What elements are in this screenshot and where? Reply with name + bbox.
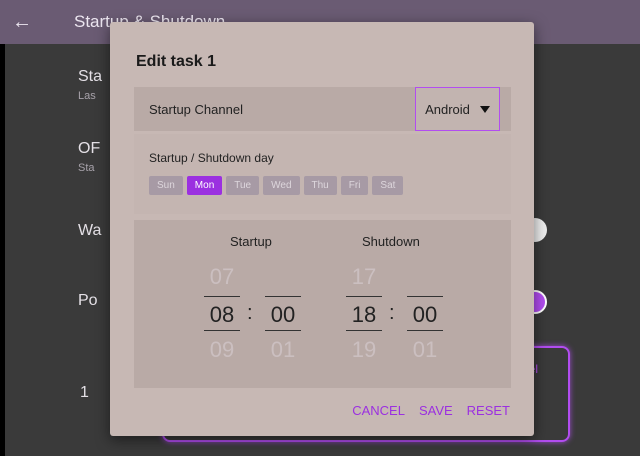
startup-minute[interactable]: 00	[265, 302, 301, 328]
setting-item-1-subtitle: Las	[78, 90, 96, 102]
shutdown-hour-line-bottom	[346, 330, 382, 331]
day-selector-label: Startup / Shutdown day	[149, 151, 274, 165]
shutdown-hour-prev[interactable]: 17	[346, 264, 382, 290]
day-chip-fri[interactable]: Fri	[340, 176, 369, 195]
startup-hour-line-bottom	[204, 330, 240, 331]
shutdown-time-label: Shutdown	[362, 234, 420, 249]
left-edge	[0, 44, 5, 456]
startup-colon: :	[247, 302, 253, 324]
startup-time-label: Startup	[230, 234, 272, 249]
setting-item-2-title[interactable]: OF	[78, 140, 100, 158]
startup-channel-dropdown[interactable]: Android	[415, 87, 500, 131]
edit-task-dialog: Edit task 1 Startup Channel Android Star…	[110, 22, 534, 436]
shutdown-minute-next[interactable]: 01	[407, 337, 443, 363]
task-number: 1	[80, 384, 89, 401]
setting-item-3-title[interactable]: Wa	[78, 222, 101, 240]
day-chip-tue[interactable]: Tue	[226, 176, 260, 195]
startup-channel-label: Startup Channel	[149, 101, 243, 117]
day-chip-thu[interactable]: Thu	[303, 176, 337, 195]
startup-minute-next[interactable]: 01	[265, 337, 301, 363]
startup-hour-next[interactable]: 09	[204, 337, 240, 363]
shutdown-hour-next[interactable]: 19	[346, 337, 382, 363]
time-picker-row: Startup 07 08 09 : 00 01 Shutdown 17 18 …	[134, 220, 511, 388]
shutdown-min-line-bottom	[407, 330, 443, 331]
dialog-actions: CANCEL SAVE RESET	[352, 403, 510, 418]
dropdown-caret-icon	[479, 105, 490, 113]
cancel-button[interactable]: CANCEL	[352, 403, 405, 418]
shutdown-min-line-top	[407, 296, 443, 297]
startup-min-line-bottom	[265, 330, 301, 331]
startup-min-line-top	[265, 296, 301, 297]
day-chip-wed[interactable]: Wed	[263, 176, 300, 195]
startup-channel-row: Startup Channel Android	[134, 87, 511, 131]
shutdown-hour[interactable]: 18	[346, 302, 382, 328]
shutdown-minute[interactable]: 00	[407, 302, 443, 328]
back-arrow-icon[interactable]: ←	[0, 11, 44, 34]
day-chip-sun[interactable]: Sun	[149, 176, 183, 195]
startup-channel-value: Android	[425, 101, 470, 117]
day-chip-sat[interactable]: Sat	[372, 176, 404, 195]
shutdown-hour-line-top	[346, 296, 382, 297]
day-selector-row: Startup / Shutdown day Sun Mon Tue Wed T…	[134, 134, 511, 214]
save-button[interactable]: SAVE	[419, 403, 453, 418]
setting-item-1-title[interactable]: Sta	[78, 68, 102, 86]
setting-item-2-subtitle: Sta	[78, 162, 95, 174]
setting-item-4-title[interactable]: Po	[78, 292, 98, 310]
startup-hour-prev[interactable]: 07	[204, 264, 240, 290]
startup-hour-line-top	[204, 296, 240, 297]
dialog-title: Edit task 1	[136, 53, 217, 70]
day-chip-mon[interactable]: Mon	[186, 176, 223, 195]
reset-button[interactable]: RESET	[467, 403, 510, 418]
startup-hour[interactable]: 08	[204, 302, 240, 328]
shutdown-colon: :	[389, 302, 395, 324]
day-chips: Sun Mon Tue Wed Thu Fri Sat	[149, 176, 404, 195]
